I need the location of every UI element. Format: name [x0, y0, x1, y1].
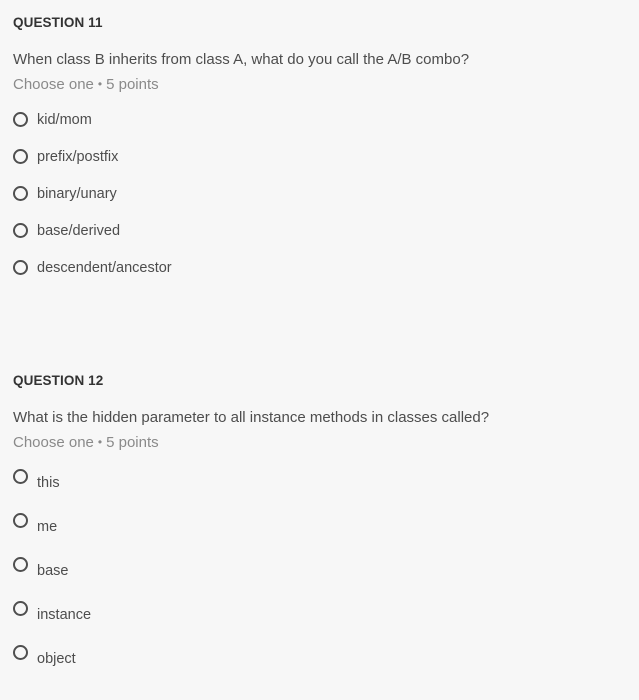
answer-option[interactable]: kid/mom	[13, 101, 639, 138]
answer-options: this me base instance object	[13, 467, 639, 687]
radio-button-icon[interactable]	[13, 260, 28, 275]
option-label[interactable]: kid/mom	[37, 110, 92, 130]
question-meta: Choose one • 5 points	[13, 432, 639, 453]
option-label[interactable]: instance	[37, 605, 91, 625]
question-meta: Choose one • 5 points	[13, 74, 639, 95]
option-label[interactable]: object	[37, 649, 76, 669]
option-label[interactable]: descendent/ancestor	[37, 258, 172, 278]
question-heading: QUESTION 12	[13, 373, 104, 388]
radio-button-icon[interactable]	[13, 149, 28, 164]
answer-option[interactable]: binary/unary	[13, 175, 639, 212]
meta-separator: •	[97, 435, 103, 449]
points-value: 5 points	[106, 76, 159, 93]
choice-mode: Choose one	[13, 434, 94, 451]
answer-option[interactable]: base/derived	[13, 212, 639, 249]
option-label[interactable]: this	[37, 473, 60, 493]
answer-option[interactable]: prefix/postfix	[13, 138, 639, 175]
radio-button-icon[interactable]	[13, 557, 28, 572]
radio-button-icon[interactable]	[13, 223, 28, 238]
option-label[interactable]: base	[37, 561, 68, 581]
radio-button-icon[interactable]	[13, 645, 28, 660]
radio-button-icon[interactable]	[13, 186, 28, 201]
question-prompt: What is the hidden parameter to all inst…	[13, 409, 490, 426]
radio-button-icon[interactable]	[13, 513, 28, 528]
answer-option[interactable]: object	[13, 643, 639, 687]
answer-option[interactable]: base	[13, 555, 639, 599]
radio-button-icon[interactable]	[13, 469, 28, 484]
points-value: 5 points	[106, 434, 159, 451]
option-label[interactable]: binary/unary	[37, 184, 117, 204]
answer-option[interactable]: descendent/ancestor	[13, 249, 639, 286]
meta-separator: •	[97, 77, 103, 91]
choice-mode: Choose one	[13, 76, 94, 93]
question-11: QUESTION 11 When class B inherits from c…	[13, 13, 639, 286]
answer-option[interactable]: instance	[13, 599, 639, 643]
answer-options: kid/mom prefix/postfix binary/unary base…	[13, 101, 639, 286]
question-prompt: When class B inherits from class A, what…	[13, 51, 470, 68]
question-heading: QUESTION 11	[13, 15, 103, 30]
answer-option[interactable]: me	[13, 511, 639, 555]
answer-option[interactable]: this	[13, 467, 639, 511]
option-label[interactable]: base/derived	[37, 221, 120, 241]
question-12: QUESTION 12 What is the hidden parameter…	[13, 371, 639, 687]
radio-button-icon[interactable]	[13, 601, 28, 616]
option-label[interactable]: me	[37, 517, 57, 537]
option-label[interactable]: prefix/postfix	[37, 147, 118, 167]
radio-button-icon[interactable]	[13, 112, 28, 127]
